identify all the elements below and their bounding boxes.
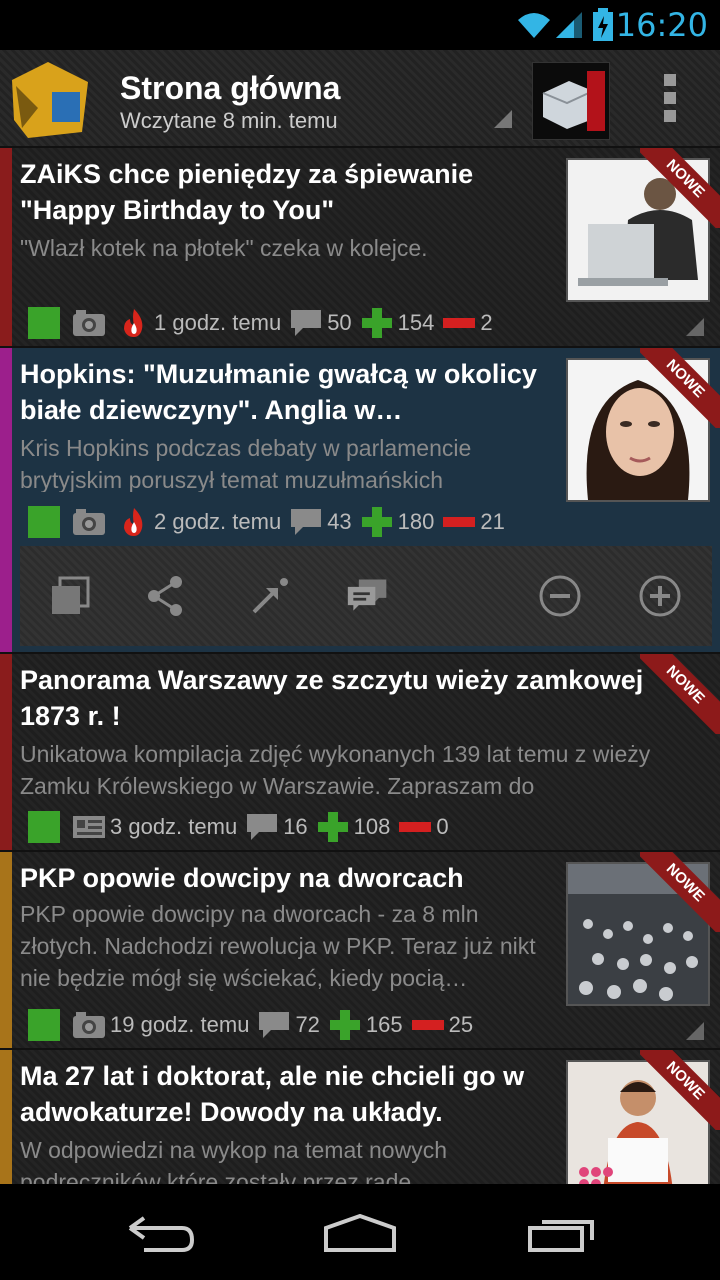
comment-icon[interactable] [257, 1010, 291, 1040]
item-meta: 1 godz. temu 50 154 2 [28, 306, 501, 340]
item-meta: 3 godz. temu 16 108 0 [28, 810, 457, 844]
new-ribbon: NOWE [640, 654, 720, 734]
comment-icon[interactable] [245, 812, 279, 842]
upvote-count: 165 [365, 1012, 403, 1037]
comment-count: 43 [327, 509, 352, 534]
item-meta: 19 godz. temu 72 165 25 [28, 1008, 481, 1042]
recent-apps-button-icon[interactable] [526, 1214, 598, 1254]
category-color-bar [0, 348, 12, 652]
vote-status-icon [28, 811, 60, 843]
item-time: 19 godz. temu [110, 1012, 250, 1037]
battery-charging-icon [593, 8, 613, 41]
vote-status-icon [28, 1009, 60, 1041]
downvote-count: 21 [480, 509, 505, 534]
upvote-count: 180 [397, 509, 435, 534]
app-logo-icon[interactable] [8, 58, 94, 142]
bury-minus-icon[interactable] [538, 574, 582, 618]
downvote-count: 25 [448, 1012, 474, 1037]
item-description: PKP opowie dowcipy na dworcach - za 8 ml… [20, 901, 536, 991]
item-title: Hopkins: "Muzułmanie gwałcą w okolicy bi… [20, 359, 537, 425]
home-button-icon[interactable] [322, 1214, 398, 1254]
hot-flame-icon [118, 307, 150, 339]
comment-count: 16 [283, 814, 308, 839]
item-title: Ma 27 lat i doktorat, ale nie chcieli go… [20, 1061, 525, 1127]
item-description: Kris Hopkins podczas debaty w parlamenci… [20, 435, 472, 492]
dig-arrow-icon[interactable] [248, 574, 292, 618]
item-title: Panorama Warszawy ze szczytu wieży zamko… [20, 665, 644, 731]
feed-item[interactable]: ZAiKS chce pieniędzy za śpiewanie "Happy… [0, 148, 720, 348]
overflow-menu-button[interactable] [658, 74, 682, 126]
expand-corner-icon[interactable] [684, 316, 706, 338]
comment-count: 50 [327, 310, 352, 335]
item-time: 2 godz. temu [154, 509, 282, 534]
category-color-bar [0, 1050, 12, 1184]
new-ribbon: NOWE [640, 148, 720, 228]
camera-icon [72, 1011, 106, 1039]
comments-icon[interactable] [346, 574, 390, 618]
article-icon [72, 813, 106, 841]
new-ribbon: NOWE [640, 1050, 720, 1130]
comment-icon[interactable] [289, 308, 323, 338]
wifi-icon [518, 13, 550, 38]
hot-flame-icon [118, 506, 150, 538]
downvote-count: 0 [436, 814, 449, 839]
item-description: "Wlazł kotek na płotek" czeka w kolejce. [20, 235, 428, 261]
feed-item[interactable]: Ma 27 lat i doktorat, ale nie chcieli go… [0, 1050, 720, 1184]
page-title[interactable]: Strona główna [120, 70, 340, 107]
category-color-bar [0, 148, 12, 346]
item-meta: 2 godz. temu 43 180 21 [28, 505, 513, 539]
downvote-count: 2 [480, 310, 493, 335]
upvote-plus-icon[interactable] [328, 1008, 362, 1042]
item-time: 3 godz. temu [110, 814, 238, 839]
dig-plus-icon[interactable] [638, 574, 682, 618]
downvote-minus-icon[interactable] [442, 515, 476, 529]
item-title: PKP opowie dowcipy na dworcach [20, 863, 464, 893]
new-ribbon: NOWE [640, 348, 720, 428]
new-ribbon: NOWE [640, 852, 720, 932]
expand-corner-icon[interactable] [684, 1020, 706, 1042]
clock: 16:20 [615, 6, 708, 44]
downvote-minus-icon[interactable] [411, 1018, 445, 1032]
avatar-image [533, 63, 609, 139]
category-color-bar [0, 654, 12, 850]
item-time: 1 godz. temu [154, 310, 282, 335]
downvote-minus-icon[interactable] [398, 820, 432, 834]
category-color-bar [0, 852, 12, 1048]
item-description: W odpowiedzi na wykop na temat nowych po… [20, 1137, 447, 1184]
camera-icon [72, 309, 106, 337]
comment-icon[interactable] [289, 507, 323, 537]
vote-status-icon [28, 506, 60, 538]
status-bar: 16:20 [0, 0, 720, 50]
action-bar: Strona główna Wczytane 8 min. temu [0, 50, 720, 148]
share-icon[interactable] [144, 574, 188, 618]
downvote-minus-icon[interactable] [442, 316, 476, 330]
item-description: Unikatowa kompilacja zdjęć wykonanych 13… [20, 741, 651, 798]
feed-item[interactable]: Panorama Warszawy ze szczytu wieży zamko… [0, 654, 720, 852]
feed-list: ZAiKS chce pieniędzy za śpiewanie "Happy… [0, 148, 720, 1184]
vote-status-icon [28, 307, 60, 339]
upvote-plus-icon[interactable] [316, 810, 350, 844]
back-button-icon[interactable] [124, 1214, 196, 1254]
camera-icon [72, 508, 106, 536]
feed-item[interactable]: PKP opowie dowcipy na dworcach PKP opowi… [0, 852, 720, 1050]
item-title: ZAiKS chce pieniędzy za śpiewanie "Happy… [20, 159, 474, 225]
upvote-plus-icon[interactable] [360, 505, 394, 539]
dropdown-indicator-icon [494, 110, 512, 128]
upvote-plus-icon[interactable] [360, 306, 394, 340]
upvote-count: 108 [353, 814, 391, 839]
open-in-window-icon[interactable] [48, 574, 92, 618]
item-action-toolbar [20, 546, 712, 646]
upvote-count: 154 [397, 310, 435, 335]
comment-count: 72 [295, 1012, 320, 1037]
page-subtitle[interactable]: Wczytane 8 min. temu [120, 108, 338, 134]
navigation-bar [0, 1184, 720, 1280]
signal-icon [556, 12, 582, 38]
user-avatar[interactable] [532, 62, 610, 140]
